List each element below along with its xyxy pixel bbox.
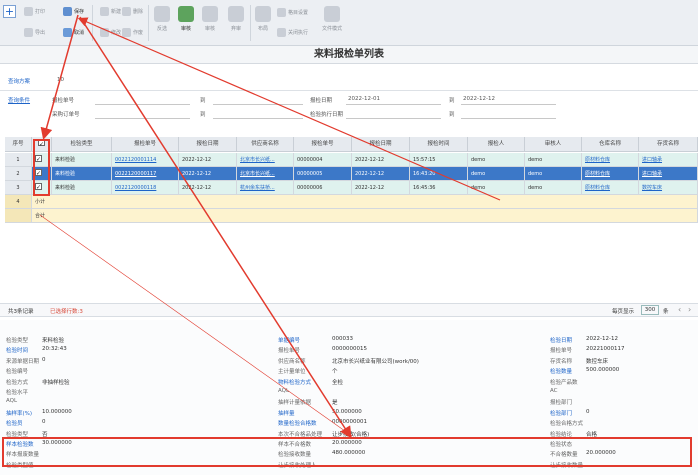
arrow-thin: [39, 214, 353, 437]
arrow-to-fields: [79, 16, 352, 439]
arrow-to-checkbox: [40, 14, 79, 140]
arrow-to-save: [77, 17, 501, 201]
annotation-arrows: [39, 14, 501, 439]
